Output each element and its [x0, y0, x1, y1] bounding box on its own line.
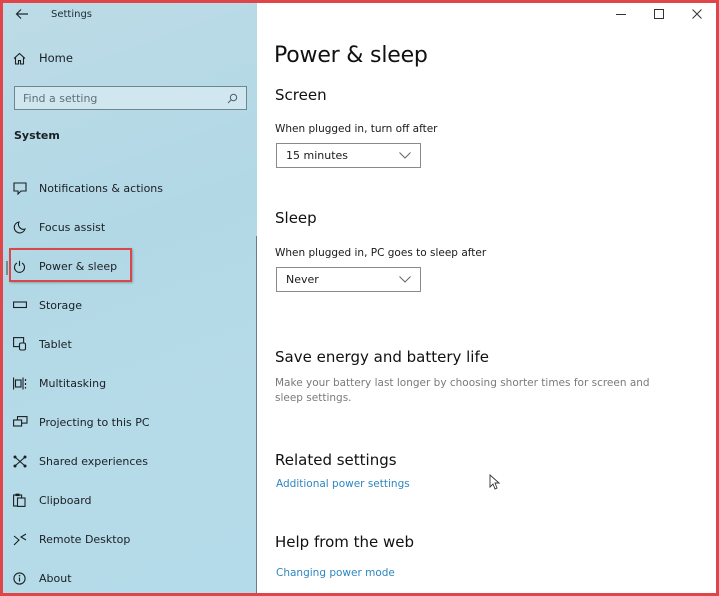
annotation-frame: [0, 0, 719, 596]
